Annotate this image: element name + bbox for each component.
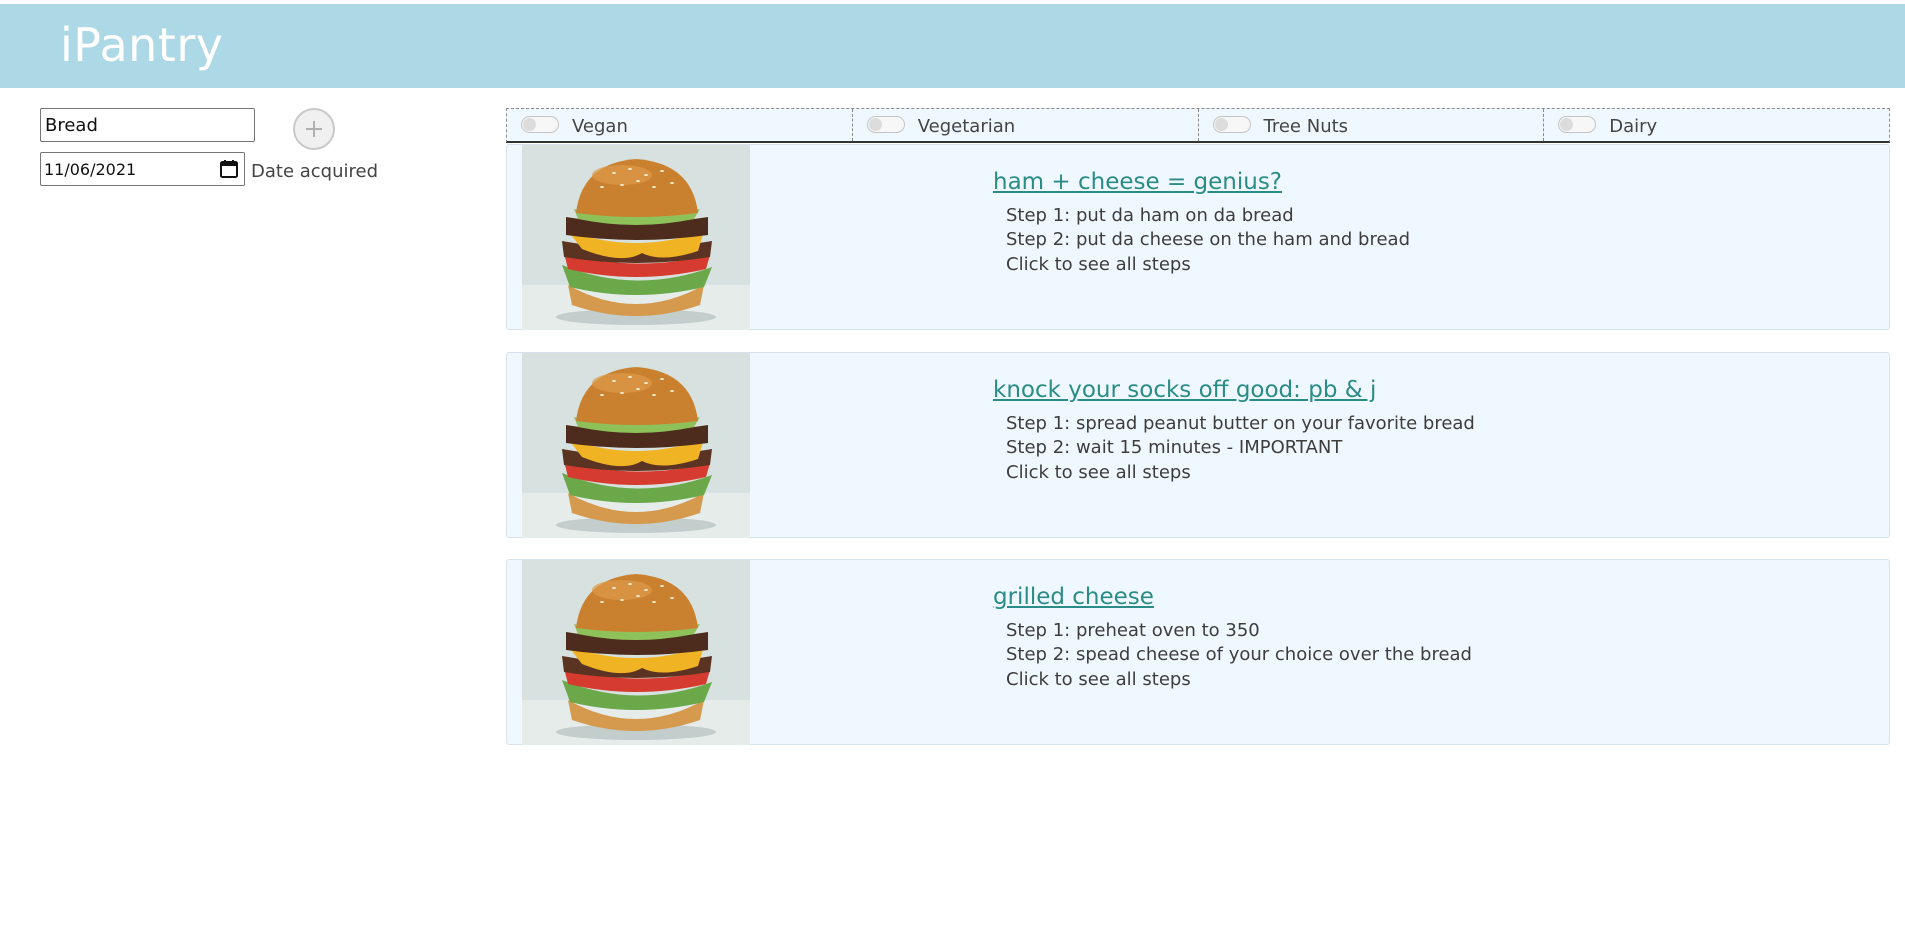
recipe-step: Step 1: put da ham on da bread [1006, 205, 1294, 226]
recipe-title-link[interactable]: knock your socks off good: pb & j [993, 377, 1376, 403]
see-all-steps-link[interactable]: Click to see all steps [1006, 462, 1191, 483]
recipe-step: Step 1: spread peanut butter on your fav… [1006, 413, 1475, 434]
burger-image [522, 145, 750, 330]
dietary-filter-bar: Vegan Vegetarian Tree Nuts Dairy [506, 108, 1890, 143]
toggle-knob [1214, 118, 1228, 131]
plus-icon [306, 121, 322, 137]
vegan-toggle[interactable] [521, 116, 559, 133]
calendar-icon[interactable] [219, 159, 239, 179]
item-name-input[interactable] [40, 108, 255, 142]
recipe-step: Step 2: put da cheese on the ham and bre… [1006, 229, 1411, 250]
vegetarian-toggle[interactable] [866, 116, 905, 133]
burger-image [522, 560, 750, 745]
app-title: iPantry [60, 18, 224, 72]
filter-label: Vegetarian [917, 116, 1016, 137]
date-acquired-input[interactable]: 11/06/2021 [40, 152, 245, 186]
filter-tree-nuts[interactable]: Tree Nuts [1199, 109, 1545, 141]
toggle-knob [868, 118, 882, 131]
burger-image [522, 353, 750, 538]
filter-dairy[interactable]: Dairy [1544, 109, 1889, 141]
toggle-knob [1560, 118, 1574, 131]
recipe-step: Step 2: spead cheese of your choice over… [1006, 644, 1472, 665]
tree-nuts-toggle[interactable] [1212, 116, 1251, 133]
date-value: 11/06/2021 [44, 160, 137, 179]
see-all-steps-link[interactable]: Click to see all steps [1006, 254, 1191, 275]
filter-vegetarian[interactable]: Vegetarian [853, 109, 1199, 141]
recipe-title-link[interactable]: ham + cheese = genius? [993, 169, 1282, 195]
filter-label: Vegan [572, 116, 628, 137]
recipe-card[interactable]: grilled cheese Step 1: preheat oven to 3… [506, 559, 1890, 745]
app-header: iPantry [0, 4, 1905, 88]
recipe-title-link[interactable]: grilled cheese [993, 584, 1154, 610]
filter-label: Dairy [1609, 116, 1658, 137]
date-acquired-label: Date acquired [251, 161, 379, 182]
see-all-steps-link[interactable]: Click to see all steps [1006, 669, 1191, 690]
recipe-step: Step 2: wait 15 minutes - IMPORTANT [1006, 437, 1343, 458]
add-item-button[interactable] [293, 108, 335, 150]
recipe-card[interactable]: ham + cheese = genius? Step 1: put da ha… [506, 144, 1890, 330]
filter-vegan[interactable]: Vegan [507, 109, 853, 141]
recipe-card[interactable]: knock your socks off good: pb & j Step 1… [506, 352, 1890, 538]
toggle-knob [523, 118, 536, 131]
dairy-toggle[interactable] [1558, 116, 1597, 133]
filter-label: Tree Nuts [1263, 116, 1349, 137]
recipe-step: Step 1: preheat oven to 350 [1006, 620, 1260, 641]
